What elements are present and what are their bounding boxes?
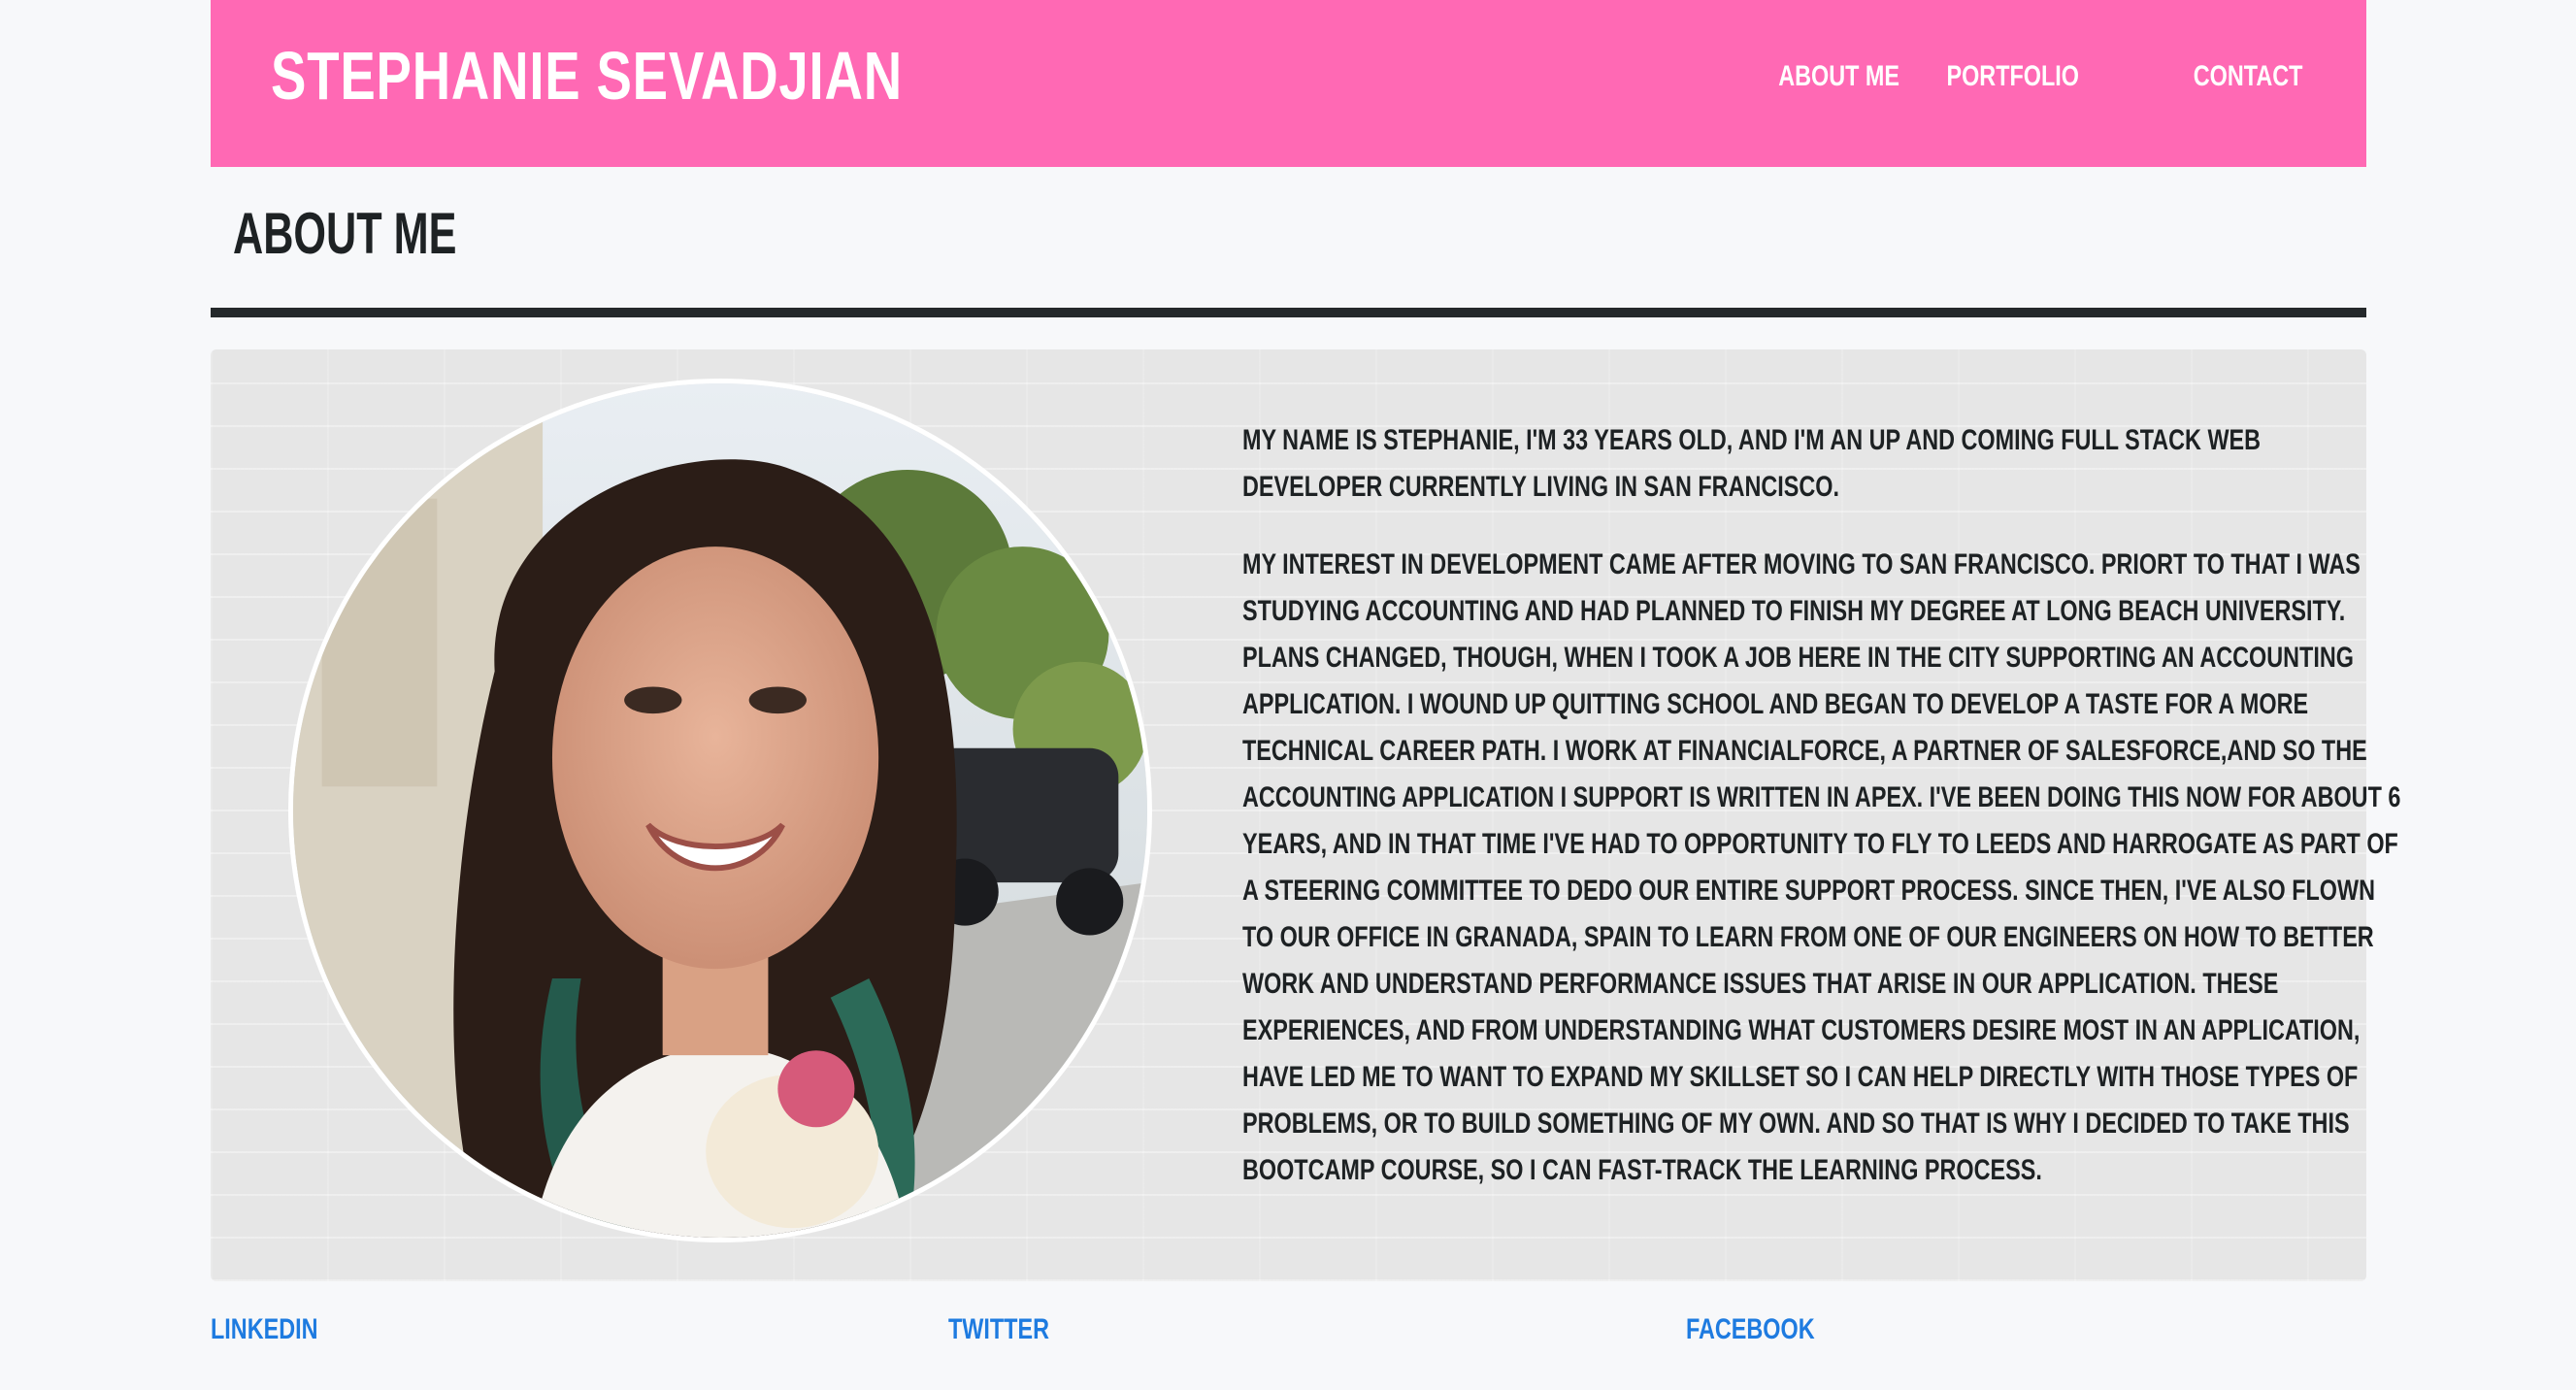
bio-paragraph-2: My interest in development came after mo… [1242, 548, 2401, 1186]
page-title: ABOUT ME [233, 201, 457, 266]
site-header: STEPHANIE SEVADJIAN ABOUT ME PORTFOLIO C… [211, 0, 2366, 167]
bio-paragraph-1: My name is Stephanie, I'm 33 years old, … [1242, 424, 2262, 503]
footer-link-twitter[interactable]: TWITTER [948, 1313, 1049, 1346]
site-title[interactable]: STEPHANIE SEVADJIAN [271, 37, 903, 115]
profile-photo-image [293, 383, 1147, 1238]
about-panel: My name is Stephanie, I'm 33 years old, … [211, 349, 2400, 1281]
bio-text: My name is Stephanie, I'm 33 years old, … [1242, 417, 2407, 1225]
nav-about-me[interactable]: ABOUT ME [1778, 60, 1899, 93]
footer-link-linkedin[interactable]: LINKEDIN [211, 1313, 318, 1346]
title-divider [211, 308, 2366, 317]
nav-portfolio[interactable]: PORTFOLIO [1947, 60, 2080, 93]
footer-link-facebook[interactable]: FACEBOOK [1686, 1313, 1815, 1346]
profile-photo [288, 379, 1152, 1242]
nav-contact[interactable]: CONTACT [2193, 60, 2302, 93]
